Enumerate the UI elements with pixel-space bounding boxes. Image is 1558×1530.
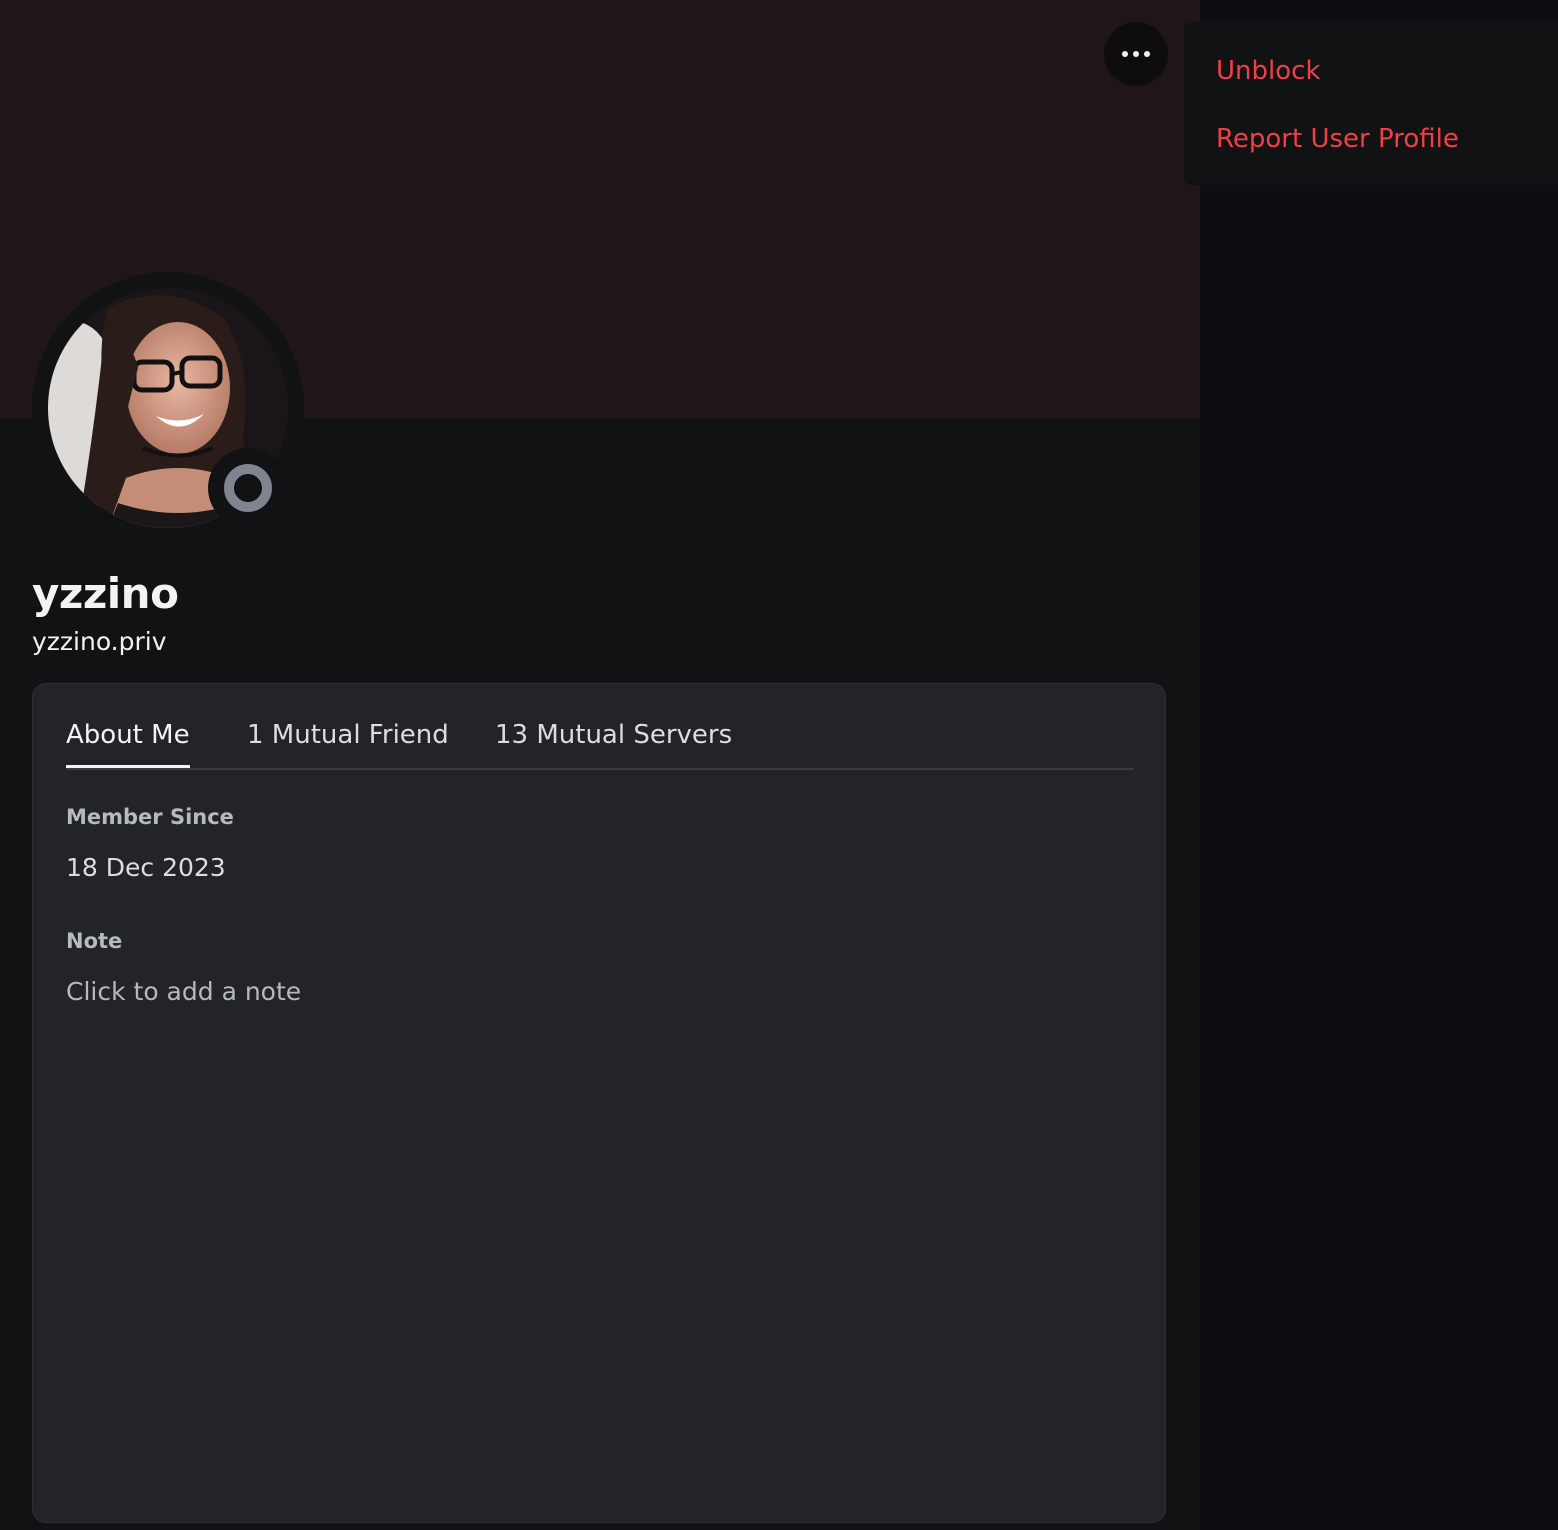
profile-page: yzzino yzzino.priv About Me 1 Mutual Fri… <box>0 0 1558 1530</box>
username[interactable]: yzzino.priv <box>32 624 167 660</box>
unblock-menu-item[interactable]: Unblock <box>1216 53 1321 89</box>
member-since-label: Member Since <box>66 805 234 829</box>
avatar-container[interactable] <box>32 272 304 544</box>
tab-about-me[interactable]: About Me <box>66 716 190 768</box>
user-profile-panel: yzzino yzzino.priv About Me 1 Mutual Fri… <box>0 0 1200 1530</box>
display-name: yzzino <box>32 569 179 618</box>
offline-status-icon <box>224 464 272 512</box>
profile-info-card: About Me 1 Mutual Friend 13 Mutual Serve… <box>32 683 1166 1523</box>
note-label: Note <box>66 929 123 953</box>
member-since-value: 18 Dec 2023 <box>66 853 226 882</box>
status-indicator <box>208 448 288 528</box>
note-input[interactable]: Click to add a note <box>66 974 301 1010</box>
more-dots-icon <box>1122 51 1150 57</box>
more-options-button[interactable] <box>1104 22 1168 86</box>
report-user-profile-menu-item[interactable]: Report User Profile <box>1216 121 1459 157</box>
context-menu: Unblock Report User Profile <box>1184 22 1558 185</box>
tab-mutual-servers[interactable]: 13 Mutual Servers <box>495 716 732 768</box>
profile-tabs: About Me 1 Mutual Friend 13 Mutual Serve… <box>66 684 1134 770</box>
tab-mutual-friends[interactable]: 1 Mutual Friend <box>247 716 449 768</box>
